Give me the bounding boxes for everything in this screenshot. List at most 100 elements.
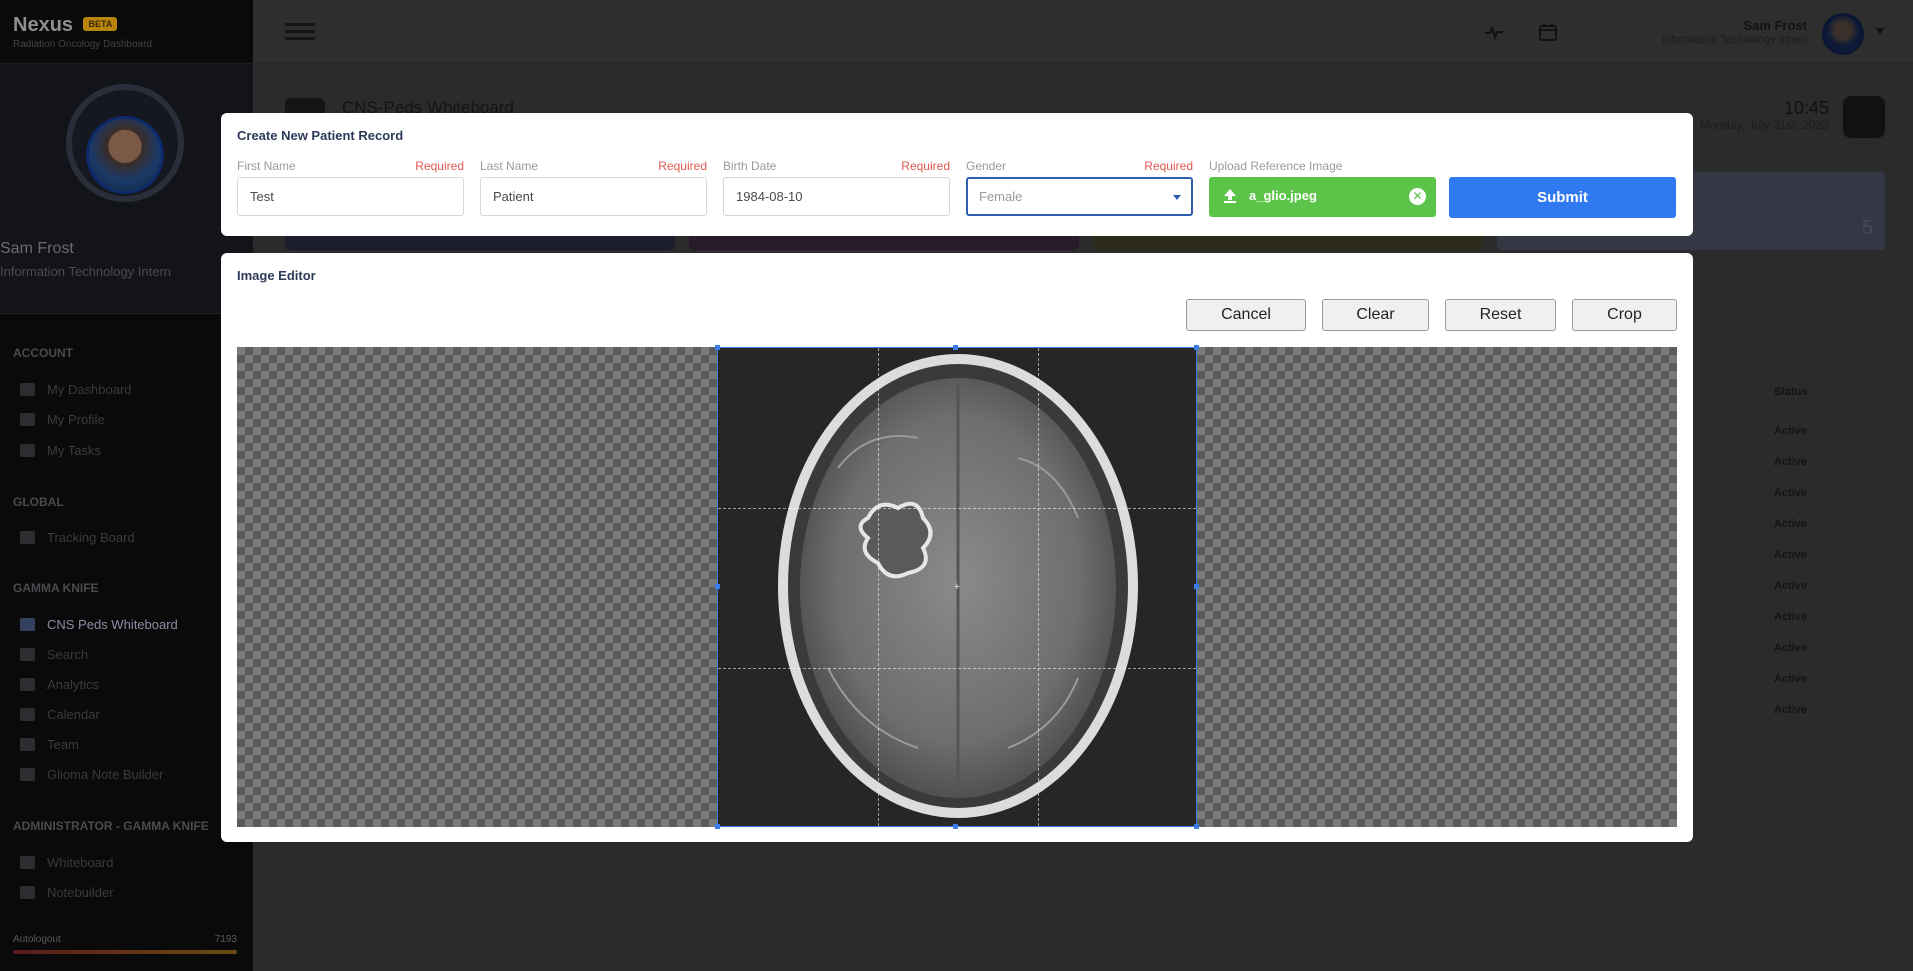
crop-box[interactable]: + — [717, 347, 1197, 827]
note-icon — [20, 768, 35, 781]
crop-handle[interactable] — [715, 824, 720, 829]
required-label: Required — [415, 159, 464, 173]
profile-name: Sam Frost — [0, 240, 74, 257]
remove-file-icon[interactable]: ✕ — [1409, 188, 1426, 205]
reset-button[interactable]: Reset — [1445, 299, 1556, 331]
first-name-field: First Name Required Test — [237, 159, 464, 216]
menu-icon[interactable] — [285, 23, 315, 41]
status-cell: Active — [1774, 518, 1808, 530]
beta-badge: BETA — [83, 17, 118, 31]
clear-button[interactable]: Clear — [1322, 299, 1429, 331]
required-label: Required — [1144, 159, 1193, 173]
sidebar-item-label: My Tasks — [47, 443, 101, 458]
sidebar-item-glioma-note-builder[interactable]: Glioma Note Builder — [20, 767, 163, 782]
birth-date-input[interactable]: 1984-08-10 — [723, 177, 950, 216]
crop-handle[interactable] — [1194, 824, 1199, 829]
upload-icon — [1224, 189, 1236, 203]
table-header-status: Status — [1774, 386, 1808, 398]
team-icon — [20, 738, 35, 751]
profile-role: Information Technology Intern — [0, 264, 172, 279]
card-count: 5 — [1861, 217, 1873, 239]
sidebar-item-label: Glioma Note Builder — [47, 767, 164, 782]
field-label: Gender — [966, 159, 1007, 173]
clock-time: 10:45 — [1783, 98, 1829, 118]
sidebar: Nexus BETA Radiation Oncology Dashboard … — [0, 0, 253, 971]
gender-value: Female — [979, 189, 1023, 204]
crop-center-icon: + — [953, 581, 961, 593]
sidebar-item-notebuilder[interactable]: Notebuilder — [20, 885, 114, 900]
modal-title: Create New Patient Record — [237, 128, 404, 143]
field-label: Upload Reference Image — [1209, 159, 1343, 173]
gender-select[interactable]: Female — [966, 177, 1193, 216]
submit-button[interactable]: Submit — [1449, 177, 1676, 218]
status-cell: Active — [1774, 611, 1808, 623]
nav-section-gamma-knife: GAMMA KNIFE — [13, 581, 99, 595]
sidebar-item-my-dashboard[interactable]: My Dashboard — [20, 382, 132, 397]
create-patient-modal: Create New Patient Record First Name Requ… — [221, 113, 1693, 236]
crop-handle[interactable] — [1194, 584, 1199, 589]
sidebar-item-my-tasks[interactable]: My Tasks — [20, 443, 101, 458]
crop-handle[interactable] — [953, 345, 958, 350]
sidebar-item-label: Search — [47, 647, 89, 662]
top-header — [253, 0, 1913, 64]
clock-icon — [1843, 96, 1885, 138]
pulse-icon[interactable] — [1484, 22, 1504, 42]
header-user-role: Information Technology Intern — [1662, 34, 1807, 46]
calendar-icon[interactable] — [1538, 22, 1558, 42]
sidebar-item-label: Tracking Board — [47, 530, 135, 545]
sidebar-item-label: My Profile — [47, 412, 105, 427]
autologout-label: Autologout — [13, 934, 61, 945]
avatar[interactable] — [86, 116, 164, 194]
status-cell: Active — [1774, 425, 1808, 437]
upload-filename: a_glio.jpeg — [1249, 188, 1317, 203]
sidebar-item-team[interactable]: Team — [20, 737, 79, 752]
field-label: First Name — [237, 159, 296, 173]
sidebar-item-calendar[interactable]: Calendar — [20, 707, 100, 722]
image-editor-modal: Image Editor Cancel Clear Reset Crop + — [221, 253, 1693, 842]
whiteboard-icon — [20, 618, 35, 631]
brand: Nexus BETA Radiation Oncology Dashboard — [0, 0, 253, 64]
image-canvas[interactable]: + — [237, 345, 1677, 829]
status-cell: Active — [1774, 704, 1808, 716]
brand-subtitle: Radiation Oncology Dashboard — [13, 39, 152, 50]
crop-handle[interactable] — [715, 584, 720, 589]
sidebar-item-label: Whiteboard — [47, 855, 114, 870]
sidebar-item-analytics[interactable]: Analytics — [20, 677, 99, 692]
brand-name: Nexus — [13, 14, 74, 36]
sidebar-item-whiteboard[interactable]: Whiteboard — [20, 855, 113, 870]
sidebar-item-search[interactable]: Search — [20, 647, 88, 662]
field-label: Birth Date — [723, 159, 777, 173]
field-label: Last Name — [480, 159, 539, 173]
crop-handle[interactable] — [953, 824, 958, 829]
header-user-name: Sam Frost — [1743, 18, 1807, 33]
crop-button[interactable]: Crop — [1572, 299, 1677, 331]
last-name-field: Last Name Required Patient — [480, 159, 707, 216]
first-name-input[interactable]: Test — [237, 177, 464, 216]
sidebar-item-label: Team — [47, 737, 79, 752]
crop-guide — [718, 508, 1196, 509]
last-name-input[interactable]: Patient — [480, 177, 707, 216]
sidebar-item-label: Analytics — [47, 677, 100, 692]
sidebar-item-label: Calendar — [47, 707, 100, 722]
sidebar-item-label: CNS Peds Whiteboard — [47, 617, 178, 632]
header-avatar[interactable] — [1822, 13, 1864, 55]
sidebar-item-label: Notebuilder — [47, 885, 114, 900]
required-label: Required — [658, 159, 707, 173]
status-cell: Active — [1774, 673, 1808, 685]
checkbox-icon — [20, 444, 35, 457]
sidebar-item-cns-peds-whiteboard[interactable]: CNS Peds Whiteboard — [20, 617, 178, 632]
shield-icon — [20, 856, 35, 869]
sidebar-item-my-profile[interactable]: My Profile — [20, 412, 105, 427]
autologout-bar — [13, 950, 237, 954]
upload-field: Upload Reference Image a_glio.jpeg ✕ — [1209, 159, 1436, 217]
cancel-button[interactable]: Cancel — [1186, 299, 1306, 331]
calendar-icon — [20, 708, 35, 721]
birth-date-field: Birth Date Required 1984-08-10 — [723, 159, 950, 216]
status-cell: Active — [1774, 642, 1808, 654]
upload-button[interactable]: a_glio.jpeg ✕ — [1209, 177, 1436, 217]
crop-handle[interactable] — [1194, 345, 1199, 350]
nav-section-global: GLOBAL — [13, 495, 64, 509]
crop-handle[interactable] — [715, 345, 720, 350]
sidebar-item-tracking-board[interactable]: Tracking Board — [20, 530, 135, 545]
chevron-down-icon[interactable] — [1875, 28, 1885, 34]
